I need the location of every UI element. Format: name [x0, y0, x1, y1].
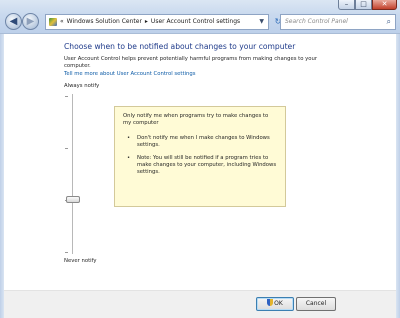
ok-button-label: OK	[274, 300, 283, 307]
level-description-bullet: Note: You will still be notified if a pr…	[123, 155, 277, 176]
level-description-panel: Only notify me when programs try to make…	[114, 106, 286, 207]
breadcrumb-item[interactable]: User Account Control settings	[151, 15, 240, 29]
control-panel-icon	[49, 18, 57, 26]
level-description-bullet: Don't notify me when I make changes to W…	[123, 135, 277, 149]
arrow-right-icon: ▶	[26, 16, 35, 27]
breadcrumb-item[interactable]: Windows Solution Center	[67, 15, 142, 29]
slider-tick	[65, 252, 68, 253]
slider-tick	[65, 148, 68, 149]
slider-tick	[65, 96, 68, 97]
minimize-button[interactable]: –	[338, 0, 355, 10]
breadcrumb-separator-icon[interactable]: ▸	[145, 15, 148, 29]
maximize-button[interactable]: □	[355, 0, 372, 10]
back-button[interactable]: ◀	[5, 13, 22, 30]
search-input[interactable]: Search Control Panel ⌕	[280, 14, 396, 30]
help-link[interactable]: Tell me more about User Account Control …	[64, 71, 195, 78]
address-bar[interactable]: « Windows Solution Center ▸ User Account…	[45, 14, 269, 30]
window-border-right	[396, 34, 400, 318]
address-dropdown-icon[interactable]: ▼	[259, 15, 264, 29]
slider-track[interactable]	[72, 94, 73, 254]
search-icon[interactable]: ⌕	[387, 15, 391, 29]
slider-top-label: Always notify	[64, 83, 100, 89]
caption-buttons: – □ ✕	[338, 0, 397, 10]
breadcrumb-overflow[interactable]: «	[60, 15, 64, 29]
arrow-left-icon: ◀	[9, 16, 18, 27]
ok-button[interactable]: OK	[256, 297, 294, 311]
cancel-button[interactable]: Cancel	[296, 297, 336, 311]
page-title: Choose when to be notified about changes…	[64, 42, 296, 51]
slider-thumb[interactable]	[66, 196, 80, 203]
slider-bottom-label: Never notify	[64, 258, 97, 264]
close-button[interactable]: ✕	[372, 0, 397, 10]
forward-button[interactable]: ▶	[22, 13, 39, 30]
footer-bar	[4, 291, 396, 318]
window-border-left	[0, 34, 4, 318]
window-title-bar: – □ ✕ ◀ ▶ « Windows Solution Center ▸ Us…	[0, 0, 400, 34]
uac-shield-icon	[267, 299, 274, 306]
search-placeholder: Search Control Panel	[285, 18, 348, 25]
description-text: User Account Control helps prevent poten…	[64, 56, 318, 69]
level-description-title: Only notify me when programs try to make…	[123, 113, 269, 126]
